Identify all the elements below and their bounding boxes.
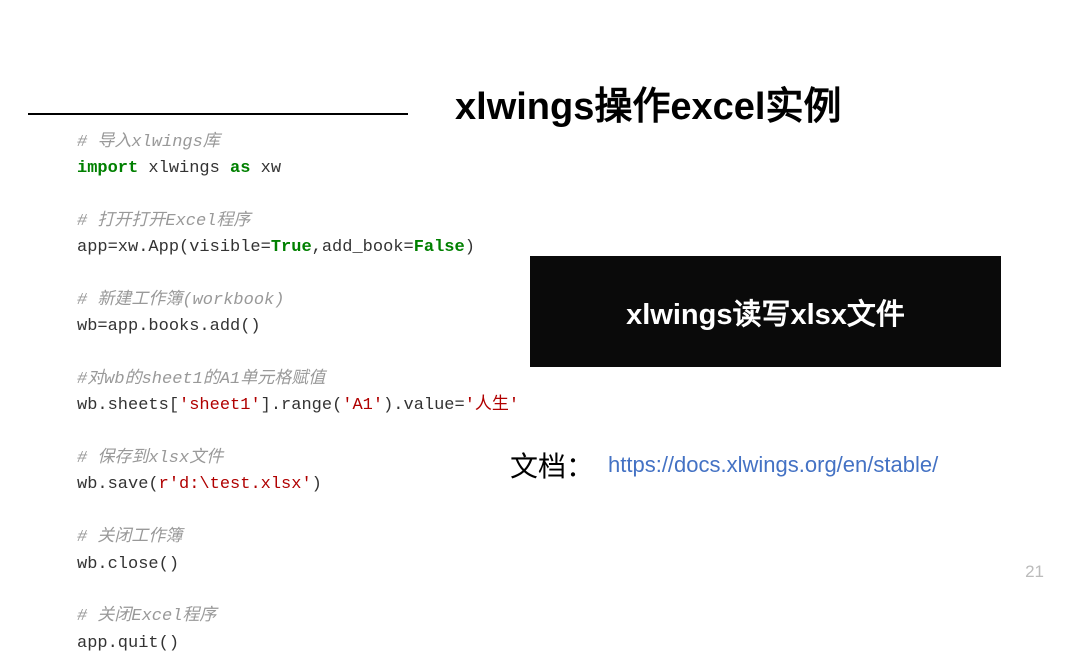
divider-line — [28, 113, 408, 115]
code-string: 'A1' — [342, 396, 383, 415]
code-text: app.quit() — [77, 634, 179, 653]
code-comment: # 关闭Excel程序 — [77, 607, 216, 626]
code-text: ,add_book= — [312, 238, 414, 257]
code-string: 'sheet1' — [179, 396, 261, 415]
doc-link[interactable]: https://docs.xlwings.org/en/stable/ — [608, 452, 938, 478]
code-text: xlwings — [138, 159, 230, 178]
code-string: '人生' — [465, 396, 519, 415]
code-keyword: as — [230, 159, 250, 178]
code-comment: # 关闭工作簿 — [77, 528, 182, 547]
code-block: # 导入xlwings库 import xlwings as xw # 打开打开… — [77, 130, 519, 657]
code-text: wb.save( — [77, 475, 159, 494]
doc-row: 文档： https://docs.xlwings.org/en/stable/ — [510, 445, 938, 485]
code-comment: # 打开打开Excel程序 — [77, 212, 250, 231]
code-text: wb.sheets[ — [77, 396, 179, 415]
code-comment: # 导入xlwings库 — [77, 133, 220, 152]
code-comment: #对wb的sheet1的A1单元格赋值 — [77, 370, 325, 389]
code-text: ].range( — [261, 396, 343, 415]
code-text: ).value= — [383, 396, 465, 415]
code-keyword: import — [77, 159, 138, 178]
banner-box: xlwings读写xlsx文件 — [530, 256, 1001, 367]
code-comment: # 新建工作簿(workbook) — [77, 291, 284, 310]
code-text: ) — [465, 238, 475, 257]
code-text: wb.close() — [77, 555, 179, 574]
code-text: xw — [250, 159, 281, 178]
code-keyword: True — [271, 238, 312, 257]
slide-title: xlwings操作excel实例 — [455, 75, 841, 130]
banner-text: xlwings读写xlsx文件 — [626, 291, 905, 333]
code-text: wb=app.books.add() — [77, 317, 261, 336]
code-text: ) — [312, 475, 322, 494]
code-text: app=xw.App(visible= — [77, 238, 271, 257]
code-string: r'd:\test.xlsx' — [159, 475, 312, 494]
code-keyword: False — [414, 238, 465, 257]
page-number: 21 — [1025, 562, 1044, 582]
doc-label: 文档： — [510, 445, 594, 485]
code-comment: # 保存到xlsx文件 — [77, 449, 223, 468]
